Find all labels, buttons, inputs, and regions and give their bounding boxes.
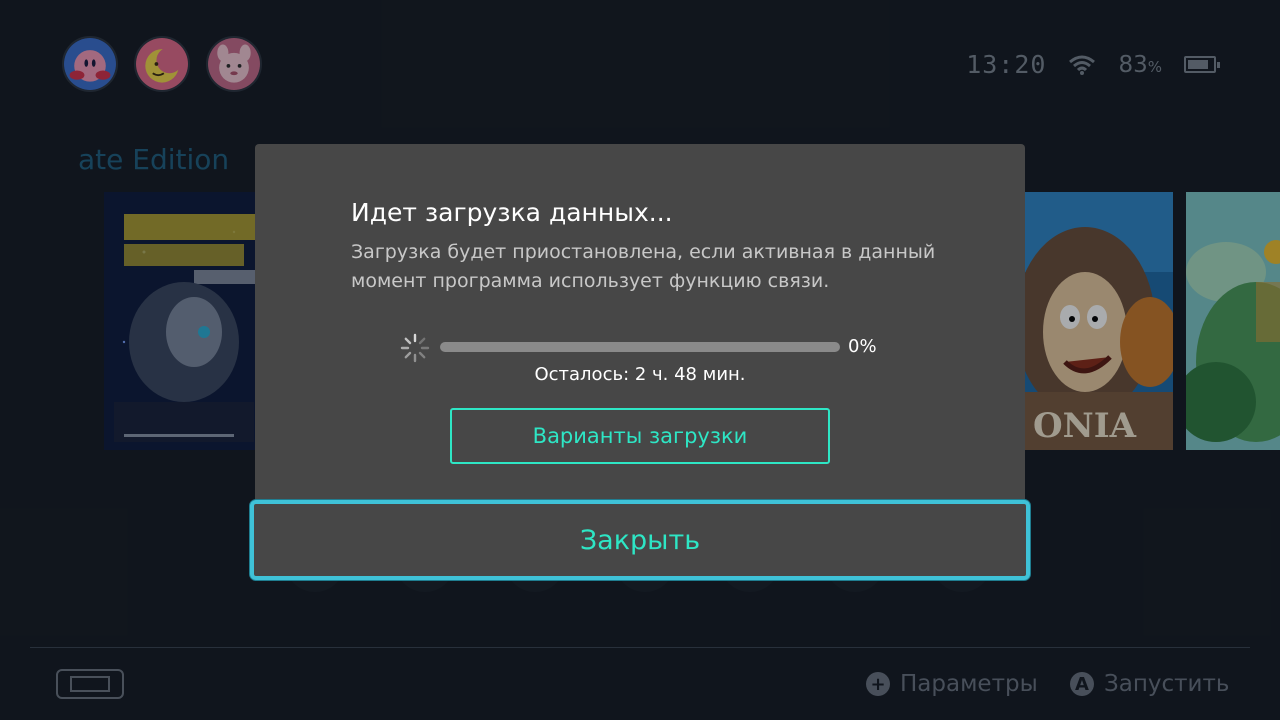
time-remaining: Осталось: 2 ч. 48 мин. [534,364,746,385]
dialog-title: Идет загрузка данных... [351,198,673,227]
download-dialog: Идет загрузка данных... Загрузка будет п… [255,144,1025,500]
progress-percent: 0% [848,336,877,357]
close-button[interactable]: Закрыть [250,500,1030,580]
download-progress-bar [440,342,840,352]
dialog-message: Загрузка будет приостановлена, если акти… [351,241,936,292]
loading-spinner-icon [400,333,430,363]
download-options-button[interactable]: Варианты загрузки [450,408,830,464]
